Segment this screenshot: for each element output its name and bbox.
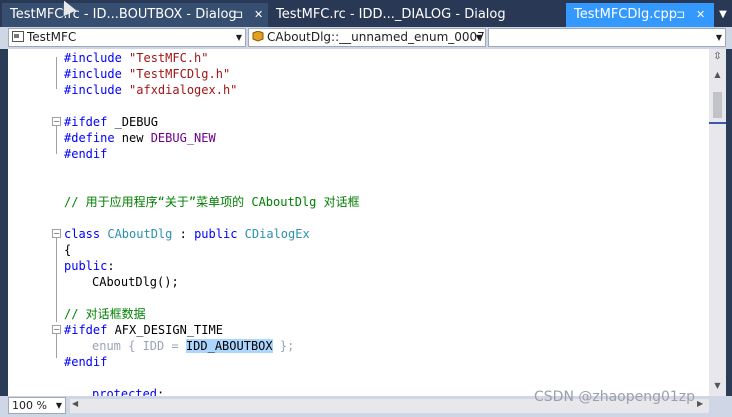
code-line[interactable]: public: (64, 258, 115, 274)
code-token: new (121, 131, 151, 145)
code-line[interactable]: CAboutDlg(); (92, 274, 179, 290)
tab-label: TestMFCDlg.cpp (574, 7, 678, 22)
code-token: enum { IDD = (92, 339, 186, 353)
code-token: // 对话框数据 (64, 307, 146, 321)
code-token: #endif (64, 147, 108, 161)
code-line[interactable]: // 对话框数据 (64, 306, 146, 322)
code-token: "afxdialogex.h" (129, 83, 238, 97)
code-token: : (107, 259, 115, 273)
scroll-up-icon[interactable]: ▲ (711, 70, 724, 82)
chevron-down-icon: ▼ (715, 33, 722, 42)
pin-icon[interactable]: ⊐ (234, 3, 243, 27)
code-line[interactable]: #define new DEBUG_NEW (64, 130, 216, 146)
code-token: _DEBUG (114, 115, 158, 129)
tab-overflow-dropdown-icon[interactable]: ▼ (714, 3, 732, 27)
tab-label: TestMFC.rc - ID...BOUTBOX - Dialog (10, 7, 237, 22)
code-token: class (64, 227, 108, 241)
scroll-right-icon[interactable]: ▶ (697, 399, 703, 408)
scroll-down-icon[interactable]: ▼ (711, 381, 724, 393)
scope-name: CAboutDlg::__unnamed_enum_0007 (267, 30, 485, 44)
tab-label: TestMFC.rc - IDD..._DIALOG - Dialog (276, 7, 506, 22)
code-token: protected (92, 387, 158, 396)
member-dropdown[interactable]: ▼ (488, 28, 726, 47)
code-token: DEBUG_NEW (150, 131, 216, 145)
code-line[interactable]: protected: (92, 386, 164, 396)
document-tab-bar: TestMFC.rc - ID...BOUTBOX - Dialog ⊐ ✕ T… (0, 0, 732, 27)
collapse-icon[interactable]: − (52, 325, 61, 334)
code-token: : (172, 227, 195, 241)
code-token: #endif (64, 355, 108, 369)
code-editor[interactable]: − − − #include "TestMFC.h" #include "Test… (8, 49, 709, 396)
vertical-scroll-thumb[interactable] (713, 92, 722, 118)
code-token: CAboutDlg(); (92, 275, 179, 289)
code-token: public (194, 227, 245, 241)
code-line[interactable]: #endif (64, 146, 107, 162)
outline-line (56, 57, 57, 89)
close-icon[interactable]: ✕ (696, 3, 705, 27)
close-icon[interactable]: ✕ (254, 3, 263, 27)
caret-position-marker (709, 122, 726, 124)
code-line[interactable]: #ifdef _DEBUG (64, 114, 158, 130)
code-token: public (64, 259, 108, 273)
code-token: : (157, 387, 165, 396)
chevron-down-icon: ▼ (235, 33, 242, 42)
code-token: // 用于应用程序“关于”菜单项的 CAboutDlg 对话框 (64, 195, 360, 209)
outline-line (56, 126, 57, 154)
tab-testmfc-rc-dialog[interactable]: TestMFC.rc - IDD..._DIALOG - Dialog (268, 3, 558, 27)
tab-testmfcdlg-cpp[interactable]: TestMFCDlg.cpp ⊐ ✕ (566, 3, 714, 27)
zoom-level: 100 % (12, 399, 47, 412)
code-token: { (64, 243, 72, 257)
code-line[interactable]: class CAboutDlg : public CDialogEx (64, 226, 310, 242)
code-token: #ifdef (64, 323, 115, 337)
code-line[interactable]: #include "TestMFCDlg.h" (64, 66, 230, 82)
code-token: }; (272, 339, 295, 353)
code-token: CAboutDlg (107, 227, 173, 241)
code-token: #define (64, 131, 122, 145)
code-token: #include (64, 51, 130, 65)
code-line[interactable]: #endif (64, 354, 107, 370)
code-line[interactable]: #include "afxdialogex.h" (64, 82, 237, 98)
code-line[interactable]: { (64, 242, 71, 258)
class-icon (12, 31, 24, 42)
watermark: CSDN @zhaopeng01zp (534, 389, 696, 405)
code-line[interactable]: enum { IDD = IDD_ABOUTBOX }; (92, 338, 294, 354)
code-line[interactable]: // 用于应用程序“关于”菜单项的 CAboutDlg 对话框 (64, 194, 360, 210)
highlighted-token: IDD_ABOUTBOX (185, 339, 273, 353)
editor-margin (8, 49, 60, 396)
code-token: #include (64, 83, 130, 97)
project-name: TestMFC (27, 30, 77, 44)
code-token: "TestMFC.h" (129, 51, 209, 65)
project-dropdown[interactable]: TestMFC ▼ (8, 28, 246, 47)
outline-line (56, 334, 57, 358)
code-line[interactable]: #include "TestMFC.h" (64, 50, 209, 66)
chevron-down-icon: ▼ (475, 33, 482, 42)
code-token: "TestMFCDlg.h" (129, 67, 231, 81)
code-token: AFX_DESIGN_TIME (114, 323, 223, 337)
chevron-down-icon: ▼ (55, 401, 62, 410)
collapse-icon[interactable]: − (52, 229, 61, 238)
navigation-bar: TestMFC ▼ CAboutDlg::__unnamed_enum_0007… (0, 27, 732, 49)
scope-dropdown[interactable]: CAboutDlg::__unnamed_enum_0007 ▼ (248, 28, 486, 47)
outline-line (56, 238, 57, 322)
code-token: #include (64, 67, 130, 81)
scroll-left-icon[interactable]: ◀ (72, 399, 78, 408)
code-token: #ifdef (64, 115, 115, 129)
tab-testmfc-rc-aboutbox[interactable]: TestMFC.rc - ID...BOUTBOX - Dialog ⊐ ✕ (2, 3, 268, 27)
collapse-icon[interactable]: − (52, 117, 61, 126)
code-line[interactable]: #ifdef AFX_DESIGN_TIME (64, 322, 223, 338)
code-token: CDialogEx (244, 227, 310, 241)
zoom-dropdown[interactable]: 100 % ▼ (8, 397, 66, 414)
member-icon (252, 31, 264, 42)
split-icon[interactable]: ⇳ (711, 51, 724, 63)
pin-icon[interactable]: ⊐ (676, 3, 685, 27)
